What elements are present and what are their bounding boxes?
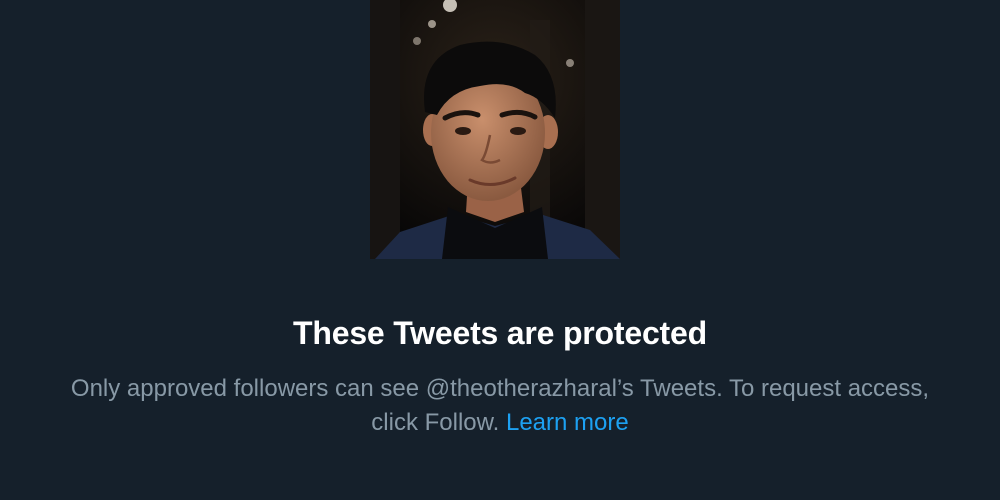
profile-photo bbox=[370, 0, 620, 259]
protected-message: Only approved followers can see @theothe… bbox=[0, 372, 1000, 440]
protected-message-line-2-text: click Follow. bbox=[371, 409, 500, 436]
protected-message-line-1: Only approved followers can see @theothe… bbox=[70, 375, 930, 402]
protected-message-line-2: click Follow. Learn more bbox=[0, 406, 1000, 440]
protected-title: These Tweets are protected bbox=[293, 315, 707, 351]
learn-more-link[interactable]: Learn more bbox=[506, 409, 629, 436]
